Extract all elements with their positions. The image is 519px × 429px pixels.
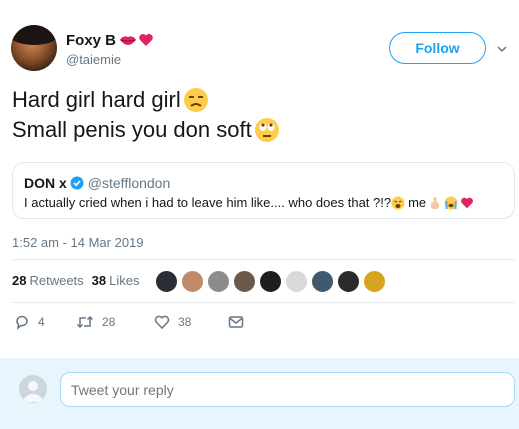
- divider: [12, 259, 515, 260]
- reply-icon: [16, 315, 28, 330]
- retweets-stat[interactable]: 28 Retweets: [12, 273, 84, 288]
- liker-avatar[interactable]: [154, 269, 179, 294]
- verified-badge-icon: [70, 176, 84, 190]
- reply-input[interactable]: [60, 372, 515, 407]
- lips-emoji-icon: [120, 36, 137, 45]
- liker-avatar[interactable]: [310, 269, 335, 294]
- follow-button[interactable]: Follow: [389, 32, 486, 64]
- quoted-display-name: DON x: [24, 175, 67, 191]
- tweet-line: Hard girl hard girl: [12, 85, 280, 115]
- liker-avatar[interactable]: [258, 269, 283, 294]
- tweet-actions: 4 28 38: [14, 314, 244, 330]
- author-display-name[interactable]: Foxy B: [66, 32, 116, 49]
- liker-avatar[interactable]: [206, 269, 231, 294]
- quoted-text-body: I actually cried when i had to leave him…: [24, 195, 392, 210]
- retweets-count: 28: [12, 273, 27, 288]
- like-action[interactable]: 38: [154, 314, 228, 330]
- likes-label: Likes: [109, 273, 140, 288]
- liker-avatar[interactable]: [180, 269, 205, 294]
- current-user-avatar[interactable]: [19, 375, 47, 403]
- heart-outline-icon: [154, 315, 170, 330]
- retweet-action[interactable]: 28: [76, 314, 154, 330]
- chevron-down-icon[interactable]: [497, 44, 507, 54]
- author-avatar[interactable]: [11, 25, 57, 71]
- heart-emoji-icon: [139, 34, 153, 46]
- tweet-timestamp[interactable]: 1:52 am - 14 Mar 2019: [12, 235, 144, 250]
- tweet-line-text: Small penis you don soft: [12, 117, 252, 142]
- divider: [12, 302, 515, 303]
- author-handle[interactable]: @taiemie: [66, 52, 121, 67]
- tweet-text: Hard girl hard girl Small penis you don …: [12, 85, 280, 145]
- tweet-card: Foxy B @taiemie Follow Hard girl hard gi…: [0, 0, 519, 358]
- direct-message-action[interactable]: [228, 315, 244, 329]
- liker-avatar[interactable]: [336, 269, 361, 294]
- retweet-count: 28: [102, 315, 116, 329]
- likers-avatars: [154, 269, 387, 294]
- liker-avatar[interactable]: [284, 269, 309, 294]
- weary-face-emoji-icon: [391, 196, 405, 209]
- tweet-line: Small penis you don soft: [12, 115, 280, 145]
- heart-emoji-icon: [461, 197, 474, 208]
- tweet-line-text: Hard girl hard girl: [12, 87, 181, 112]
- pointing-up-hand-emoji-icon: [431, 196, 440, 209]
- envelope-icon: [228, 316, 244, 328]
- author-name-row[interactable]: Foxy B: [66, 30, 154, 50]
- retweets-label: Retweets: [29, 273, 84, 288]
- unamused-face-emoji-icon: [183, 88, 208, 112]
- liker-avatar[interactable]: [362, 269, 387, 294]
- retweet-icon: [76, 315, 94, 329]
- quoted-text-after: me: [408, 195, 427, 210]
- likes-stat[interactable]: 38 Likes: [92, 273, 140, 288]
- like-count: 38: [178, 315, 192, 329]
- reply-action[interactable]: 4: [14, 314, 76, 330]
- default-avatar-icon: [23, 381, 43, 402]
- liker-avatar[interactable]: [232, 269, 257, 294]
- likes-count: 38: [91, 273, 107, 288]
- reply-count: 4: [38, 315, 45, 329]
- rolling-eyes-emoji-icon: [254, 118, 279, 142]
- quoted-handle: @stefflondon: [87, 175, 171, 191]
- quoted-text: I actually cried when i had to leave him…: [24, 195, 474, 210]
- tweet-stats: 28 Retweets 38 Likes: [12, 273, 148, 288]
- quoted-tweet[interactable]: DON x @stefflondon I actually cried when…: [12, 162, 515, 219]
- crying-face-emoji-icon: [444, 196, 458, 209]
